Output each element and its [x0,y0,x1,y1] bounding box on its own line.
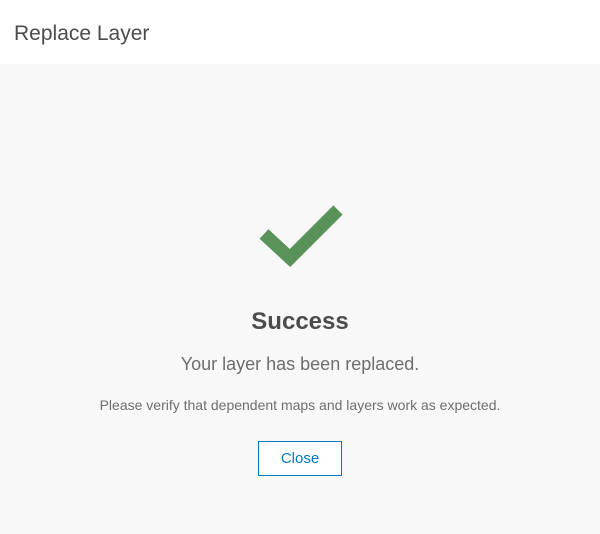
checkmark-icon [250,194,350,274]
verify-message: Please verify that dependent maps and la… [100,397,501,413]
close-button[interactable]: Close [258,441,342,476]
dialog-title: Replace Layer [0,0,600,64]
success-message: Your layer has been replaced. [181,354,420,375]
success-panel: Success Your layer has been replaced. Pl… [0,64,600,534]
success-heading: Success [251,308,348,336]
